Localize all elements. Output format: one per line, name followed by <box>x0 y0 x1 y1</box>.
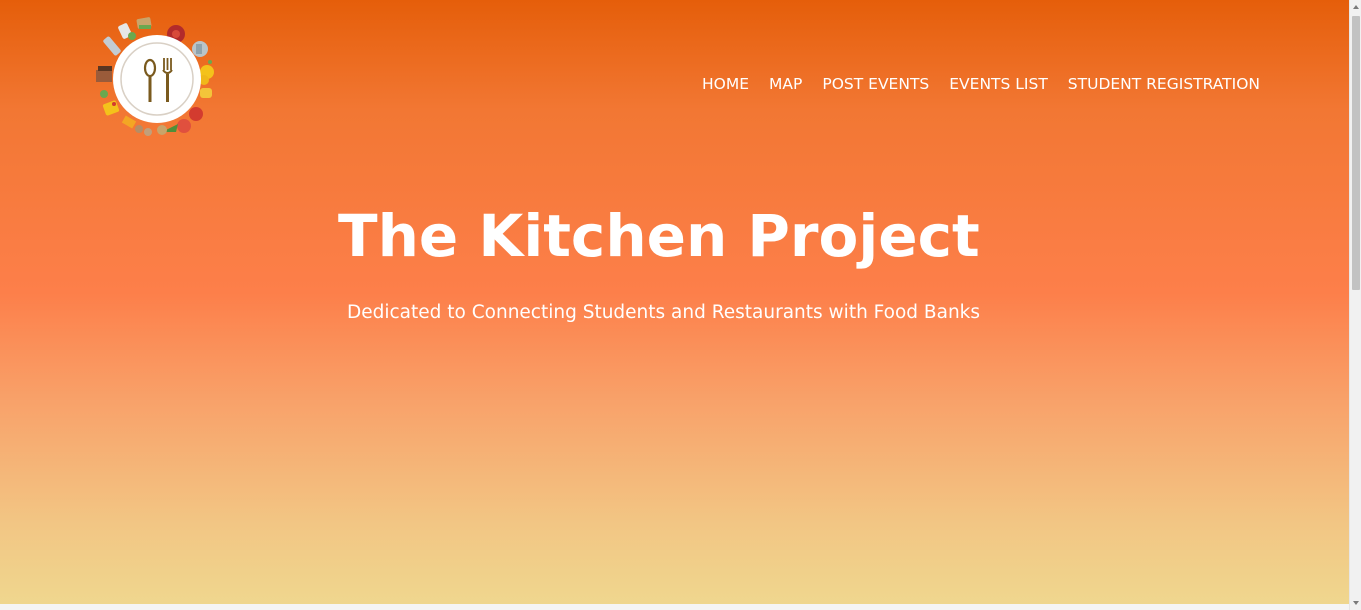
nav-student-registration-link[interactable]: STUDENT REGISTRATION <box>1058 72 1260 96</box>
hero-title: The Kitchen Project <box>338 202 980 270</box>
scroll-up-arrow-icon[interactable] <box>1350 0 1361 14</box>
site-logo[interactable] <box>92 14 222 144</box>
vertical-scrollbar[interactable] <box>1349 0 1361 610</box>
main-nav: HOME MAP POST EVENTS EVENTS LIST STUDENT… <box>692 72 1260 96</box>
scrollbar-thumb[interactable] <box>1352 16 1360 290</box>
nav-events-list-link[interactable]: EVENTS LIST <box>939 72 1058 96</box>
scroll-down-arrow-icon[interactable] <box>1350 596 1361 610</box>
nav-map-link[interactable]: MAP <box>759 72 812 96</box>
nav-home-link[interactable]: HOME <box>692 72 759 96</box>
fork-and-spoon-plate-icon <box>96 17 214 136</box>
nav-post-events-link[interactable]: POST EVENTS <box>812 72 939 96</box>
page-background: HOME MAP POST EVENTS EVENTS LIST STUDENT… <box>0 0 1349 610</box>
page-bottom-edge <box>0 604 1349 610</box>
hero-subtitle: Dedicated to Connecting Students and Res… <box>347 302 981 323</box>
